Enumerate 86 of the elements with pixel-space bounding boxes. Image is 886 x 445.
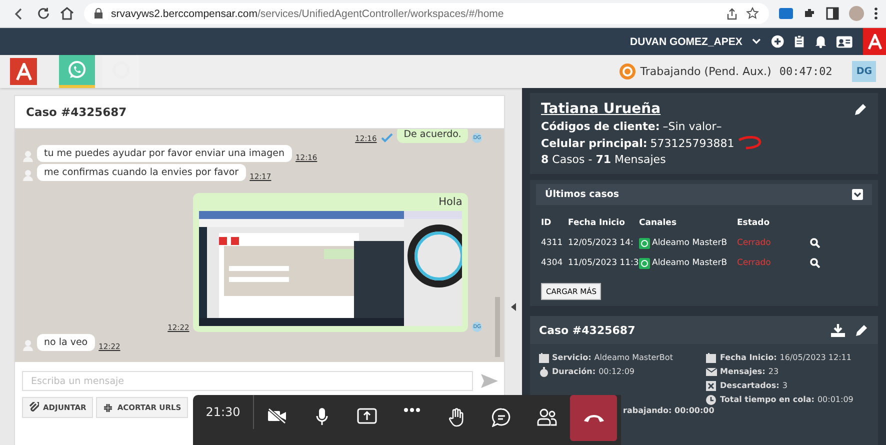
scrollbar[interactable] xyxy=(495,297,500,357)
lock-icon xyxy=(94,8,103,19)
collapse-arrow-icon[interactable] xyxy=(511,302,516,310)
client-stats: 8 Casos - 71 Mensajes xyxy=(541,153,667,166)
menu-icon[interactable] xyxy=(874,7,878,20)
puzzle-icon[interactable] xyxy=(803,7,816,20)
address-bar[interactable]: srvavyws2.berccompensar.com/services/UnifiedAgentController/workspaces/#/home xyxy=(84,3,769,24)
home-icon[interactable] xyxy=(60,7,74,20)
detail-label: Fecha Inicio: xyxy=(720,353,777,362)
status-icon xyxy=(619,63,636,80)
detail-label: rabajando: 00:00:00 xyxy=(623,406,714,415)
download-icon[interactable] xyxy=(831,323,845,337)
message-input[interactable]: Escriba un mensaje xyxy=(22,371,473,391)
scribble-drawing xyxy=(737,136,764,150)
clock-icon xyxy=(706,394,717,404)
message-bubble: no la veo xyxy=(37,334,95,351)
x-square-icon xyxy=(706,380,717,390)
detail-label: Servicio: xyxy=(552,353,592,362)
detail-label: Total tiempo en cola: xyxy=(720,395,814,404)
field-value: 573125793881 xyxy=(650,136,734,150)
calendar-icon xyxy=(539,352,549,362)
table-cell-text: 12/05/2023 14: xyxy=(568,238,634,248)
clipboard-icon[interactable] xyxy=(794,34,805,49)
work-timer: 00:47:02 xyxy=(779,65,832,78)
user-avatar[interactable]: DG xyxy=(852,61,876,82)
sidebar-icon[interactable] xyxy=(826,7,839,20)
contact-card-icon[interactable] xyxy=(836,34,854,48)
table-cell-text: 4304 xyxy=(541,258,564,268)
section-title: Últimos casos xyxy=(545,189,620,200)
search-icon[interactable] xyxy=(810,258,820,268)
message-caption: Hola xyxy=(438,196,462,208)
person-icon xyxy=(23,150,33,162)
column-header: Estado xyxy=(737,218,771,228)
whatsapp-icon xyxy=(639,258,650,268)
search-icon[interactable] xyxy=(810,238,820,248)
message-bubble: De acuerdo. xyxy=(396,129,468,143)
call-timer: 21:30 xyxy=(193,395,254,429)
field-value: –Sin valor– xyxy=(662,120,722,133)
message-bubble: me confirmas cuando la envies por favor xyxy=(37,164,246,181)
table-cell-text: Cerrado xyxy=(737,258,772,268)
table-cell-text: Cerrado xyxy=(737,238,772,248)
column-header: ID xyxy=(541,218,552,228)
edit-icon[interactable] xyxy=(855,323,869,337)
field-label: Códigos de cliente: xyxy=(541,120,660,133)
compress-icon xyxy=(103,402,114,412)
detail-value: 3 xyxy=(782,381,788,390)
client-name[interactable]: Tatiana Urueña xyxy=(541,101,661,117)
detail-label: Descartados: xyxy=(720,381,780,390)
table-cell: Aldeamo MasterB xyxy=(639,258,734,268)
plus-icon[interactable] xyxy=(771,34,784,49)
reload-icon[interactable] xyxy=(36,7,50,20)
edit-icon[interactable] xyxy=(854,102,868,116)
column-header: Fecha Inicio xyxy=(568,218,626,228)
logo[interactable] xyxy=(863,28,886,55)
hang-up-button[interactable] xyxy=(570,395,617,441)
detail-value: 00:12:09 xyxy=(598,367,634,376)
table-cell: 11/05/2023 11:3 xyxy=(568,258,636,268)
person-icon xyxy=(23,169,33,181)
phone-icon xyxy=(582,413,604,423)
collapse-icon[interactable] xyxy=(852,189,863,200)
detail-label: Duración: xyxy=(552,367,596,376)
detail-value: 23 xyxy=(768,367,779,376)
envelope-icon xyxy=(706,366,717,376)
share-icon[interactable] xyxy=(726,8,738,20)
message-bubble: tu me puedes ayudar por favor enviar una imagen xyxy=(37,145,292,162)
star-icon[interactable] xyxy=(746,7,759,20)
field-label: Celular principal: xyxy=(541,136,648,150)
person-icon xyxy=(23,339,33,351)
column-header: Canales xyxy=(639,218,678,228)
detail-value: 16/05/2023 12:11 xyxy=(780,353,852,362)
table-cell-text: 4311 xyxy=(541,238,564,248)
table-cell: Aldeamo MasterB xyxy=(639,238,734,248)
stopwatch-icon xyxy=(539,366,549,376)
whatsapp-icon xyxy=(67,60,87,80)
case-title: Caso #4325687 xyxy=(539,324,636,336)
agent-status: Trabajando (Pend. Aux.) xyxy=(640,65,772,78)
paperclip-icon xyxy=(29,402,39,413)
whatsapp-icon xyxy=(639,238,650,248)
chevron-down-icon[interactable] xyxy=(752,38,762,45)
app-logo xyxy=(10,58,37,85)
detail-label: Mensajes: xyxy=(720,367,766,376)
detail-value: Aldeamo MasterBot xyxy=(594,353,673,362)
detail-value: 00:01:09 xyxy=(817,395,854,404)
user-menu[interactable]: DUVAN GOMEZ_APEX xyxy=(630,36,742,48)
bell-icon[interactable] xyxy=(814,34,826,49)
calendar-icon xyxy=(706,352,717,362)
